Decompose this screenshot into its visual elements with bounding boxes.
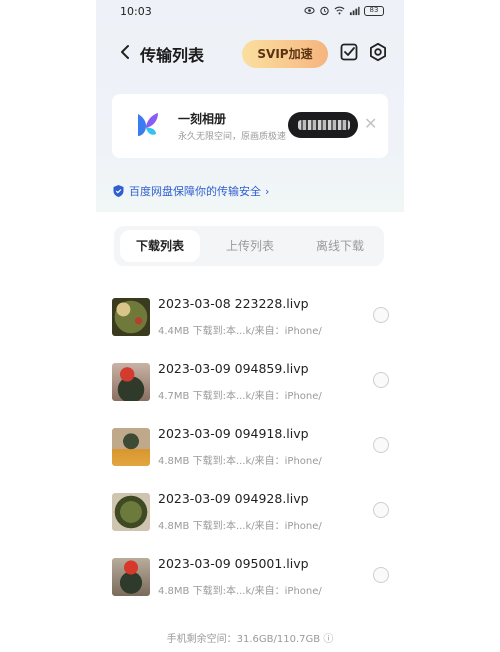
album-app-logo	[138, 113, 158, 136]
security-notice[interactable]: 百度网盘保障你的传输安全 ›	[112, 182, 269, 200]
tab-download-list[interactable]: 下载列表	[120, 230, 200, 262]
file-meta: 4.8MB 下载到:本...k/来自：iPhone/	[158, 456, 322, 467]
file-name: 2023-03-08 223228.livp	[158, 296, 309, 311]
app-screen: 10:03 83 传输列表 SVIP加速 一刻相册 永久无限空间，原画质极速 ✕…	[96, 0, 404, 652]
nav-bar: 传输列表 SVIP加速	[96, 36, 404, 70]
chevron-right-icon: ›	[265, 184, 270, 198]
close-icon[interactable]: ✕	[364, 116, 377, 132]
multi-select-icon[interactable]	[340, 43, 358, 61]
file-meta: 4.4MB 下载到:本...k/来自：iPhone/	[158, 326, 322, 337]
album-promo-banner[interactable]: 一刻相册 永久无限空间，原画质极速 ✕	[112, 94, 388, 158]
file-name: 2023-03-09 094859.livp	[158, 361, 309, 376]
select-radio[interactable]	[373, 307, 389, 323]
page-title: 传输列表	[140, 46, 205, 65]
transfer-tabs: 下载列表 上传列表 离线下载	[114, 226, 384, 266]
select-radio[interactable]	[373, 372, 389, 388]
select-radio[interactable]	[373, 567, 389, 583]
album-title: 一刻相册	[178, 112, 227, 126]
photo-thumbnail	[112, 558, 150, 596]
storage-info: 手机剩余空间：31.6GB/110.7GB ⓘ	[166, 634, 334, 645]
tab-upload-list[interactable]: 上传列表	[210, 230, 290, 262]
list-item[interactable]: 2023-03-09 095001.livp 4.8MB 下载到:本...k/来…	[96, 552, 404, 604]
wifi-icon	[334, 6, 345, 15]
photo-thumbnail	[112, 298, 150, 336]
shield-icon	[113, 185, 124, 197]
album-action-button[interactable]	[288, 112, 358, 138]
file-meta: 4.8MB 下载到:本...k/来自：iPhone/	[158, 521, 322, 532]
back-button[interactable]	[116, 41, 136, 63]
album-subtitle: 永久无限空间，原画质极速	[178, 132, 287, 142]
file-meta: 4.8MB 下载到:本...k/来自：iPhone/	[158, 586, 322, 597]
list-item[interactable]: 2023-03-09 094918.livp 4.8MB 下载到:本...k/来…	[96, 422, 404, 474]
eye-icon	[304, 7, 315, 14]
battery-indicator: 83	[364, 5, 384, 16]
list-item[interactable]: 2023-03-09 094859.livp 4.7MB 下载到:本...k/来…	[96, 357, 404, 409]
list-item[interactable]: 2023-03-08 223228.livp 4.4MB 下载到:本...k/来…	[96, 292, 404, 344]
file-name: 2023-03-09 094918.livp	[158, 426, 309, 441]
select-radio[interactable]	[373, 502, 389, 518]
file-name: 2023-03-09 094928.livp	[158, 491, 309, 506]
list-item[interactable]: 2023-03-09 094928.livp 4.8MB 下载到:本...k/来…	[96, 487, 404, 539]
photo-thumbnail	[112, 493, 150, 531]
svip-speedup-button[interactable]: SVIP加速	[242, 40, 328, 68]
file-name: 2023-03-09 095001.livp	[158, 556, 309, 571]
status-icons: 83	[304, 5, 384, 16]
alarm-icon	[320, 6, 329, 16]
security-text: 百度网盘保障你的传输安全	[129, 185, 261, 198]
photo-thumbnail	[112, 428, 150, 466]
blurred-button-label	[298, 120, 350, 130]
photo-thumbnail	[112, 363, 150, 401]
tab-offline-download[interactable]: 离线下载	[300, 230, 380, 262]
status-time: 10:03	[120, 5, 152, 18]
file-meta: 4.7MB 下载到:本...k/来自：iPhone/	[158, 391, 322, 402]
signal-icon	[349, 6, 360, 16]
status-bar: 10:03 83	[96, 0, 404, 24]
settings-icon[interactable]	[368, 42, 388, 62]
select-radio[interactable]	[373, 437, 389, 453]
